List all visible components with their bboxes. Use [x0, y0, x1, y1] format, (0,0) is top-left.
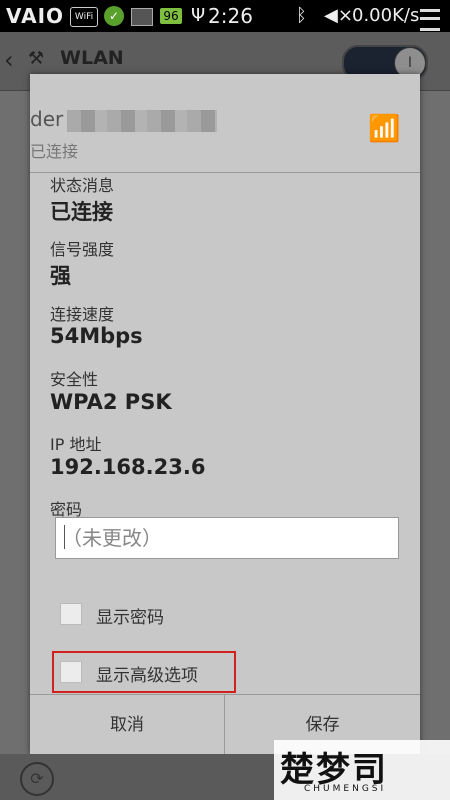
- network-name-text: der: [30, 107, 64, 131]
- battery-icon: 96: [160, 8, 182, 24]
- security-value: WPA2 PSK: [50, 390, 172, 414]
- text-caret: [64, 525, 65, 549]
- watermark: 楚梦司 CHUMENGSI: [274, 740, 450, 800]
- speed-value: 54Mbps: [50, 324, 143, 348]
- status-value: 已连接: [50, 200, 113, 224]
- signal-value: 强: [50, 264, 71, 288]
- show-password-checkbox[interactable]: [60, 603, 82, 625]
- ip-label: IP 地址: [50, 435, 102, 454]
- status-label: 状态消息: [50, 176, 115, 195]
- ip-value: 192.168.23.6: [50, 455, 206, 479]
- mute-icon: ◀×: [324, 5, 353, 26]
- speed-label: 连接速度: [50, 305, 115, 324]
- status-bar: VAIO WiFi ✓ 96 Ψ 2:26 ᛒ ◀× 0.00K/s: [0, 0, 450, 32]
- wifi-details-dialog: der 已连接 📶 状态消息 已连接 信号强度 强 连接速度 54Mbps 安全…: [30, 74, 420, 755]
- page-title: WLAN: [60, 47, 124, 69]
- highlight-box: [52, 651, 236, 693]
- bluetooth-icon: ᛒ: [296, 5, 307, 26]
- secured-wifi-icon: 📶: [368, 114, 401, 144]
- network-name-redacted: [67, 109, 218, 132]
- menu-icon: [420, 9, 440, 31]
- brand-logo: VAIO: [6, 4, 65, 28]
- app-icon: ✓: [104, 6, 124, 26]
- back-icon[interactable]: ‹: [4, 46, 14, 74]
- image-icon: [131, 8, 153, 26]
- usb-icon: Ψ: [191, 5, 206, 26]
- wifi-icon: WiFi: [70, 7, 98, 27]
- clock: 2:26: [208, 4, 253, 28]
- show-password-label: 显示密码: [96, 608, 164, 628]
- network-status: 已连接: [30, 142, 79, 161]
- refresh-icon[interactable]: ⟳: [20, 762, 54, 796]
- cancel-button[interactable]: 取消: [30, 695, 225, 755]
- wlan-settings-icon: ⚒: [28, 48, 45, 69]
- watermark-sub: CHUMENGSI: [304, 784, 387, 794]
- security-label: 安全性: [50, 370, 99, 389]
- signal-label: 信号强度: [50, 240, 115, 259]
- password-input[interactable]: [55, 517, 399, 559]
- dialog-header: der 已连接 📶: [30, 74, 420, 174]
- net-speed: 0.00K/s: [352, 5, 420, 26]
- network-name: der: [30, 104, 218, 134]
